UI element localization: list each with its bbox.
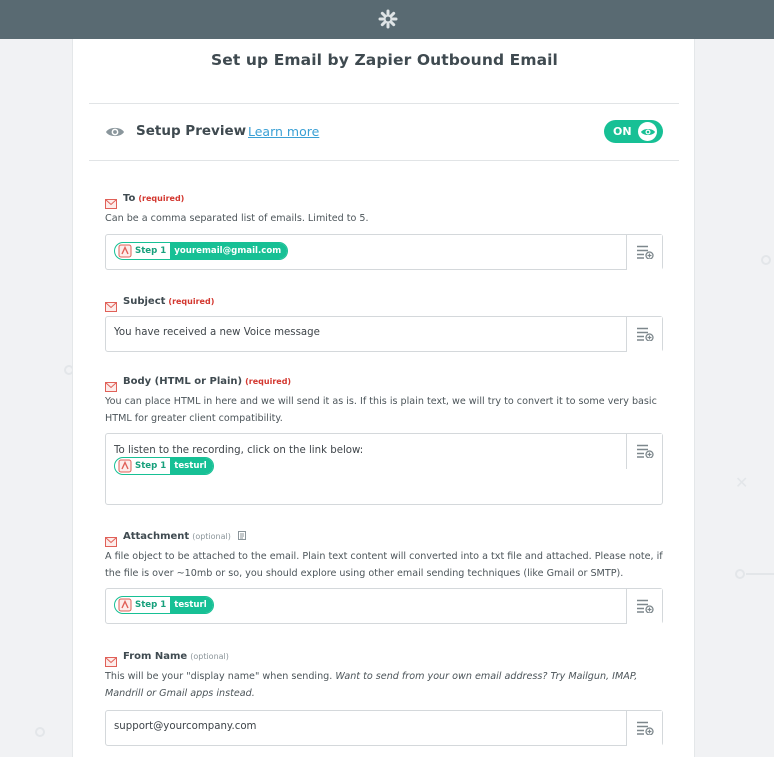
from-name-label: From Name xyxy=(123,651,188,662)
from-name-help-text: This will be your "display name" when se… xyxy=(105,669,663,702)
to-label: To xyxy=(123,193,136,204)
pill-value: youremail@gmail.com xyxy=(170,242,288,259)
eye-icon xyxy=(641,129,655,135)
decor-line xyxy=(746,573,774,575)
insert-field-button[interactable] xyxy=(626,589,662,624)
top-bar xyxy=(0,0,774,39)
decor-circle xyxy=(735,569,745,579)
field-body: Body (HTML or Plain) (required) You can p… xyxy=(105,376,663,505)
email-icon xyxy=(105,532,117,547)
pill-step: Step 1 xyxy=(135,245,167,256)
body-text: To listen to the recording, click on the… xyxy=(114,445,364,456)
toggle-knob xyxy=(638,122,657,141)
toggle-on-label: ON xyxy=(613,125,632,138)
pill-value: testurl xyxy=(170,458,213,474)
pill-value: testurl xyxy=(170,597,213,613)
zapier-asterisk-icon[interactable] xyxy=(377,8,399,30)
insert-field-button[interactable] xyxy=(626,711,662,746)
step-pill[interactable]: Step 1 testurl xyxy=(114,457,214,475)
field-from-name: From Name (optional) This will be your "d… xyxy=(105,651,663,746)
step-app-icon xyxy=(118,244,132,257)
insert-field-icon xyxy=(637,599,654,613)
decor-x-icon: ✕ xyxy=(735,473,749,492)
from-name-input[interactable]: support@yourcompany.com xyxy=(105,710,663,746)
insert-field-button[interactable] xyxy=(626,234,662,270)
body-label: Body (HTML or Plain) xyxy=(123,376,243,387)
setup-card: Set up Email by Zapier Outbound Email Se… xyxy=(72,39,695,757)
note-icon xyxy=(238,531,247,540)
optional-tag: (optional) xyxy=(190,652,229,661)
required-tag: (required) xyxy=(138,194,185,203)
preview-toggle[interactable]: ON xyxy=(604,120,663,143)
insert-field-icon xyxy=(637,444,654,458)
field-subject: Subject (required) You have received a ne… xyxy=(105,296,663,352)
pill-step: Step 1 xyxy=(135,461,167,471)
decor-circle xyxy=(35,727,45,737)
insert-field-icon xyxy=(637,327,654,341)
to-input[interactable]: Step 1 youremail@gmail.com xyxy=(105,233,663,270)
email-icon xyxy=(105,652,117,667)
attachment-help-text: A file object to be attached to the emai… xyxy=(105,551,663,579)
eye-icon xyxy=(105,124,125,138)
optional-tag: (optional) xyxy=(192,532,231,541)
setup-preview-title: Setup Preview xyxy=(136,123,247,139)
email-icon xyxy=(105,194,117,209)
decor-circle xyxy=(761,255,771,265)
insert-field-button[interactable] xyxy=(626,317,662,352)
pill-step: Step 1 xyxy=(135,600,167,610)
attachment-label: Attachment xyxy=(123,531,190,542)
setup-preview-row: Setup Preview Learn more ON xyxy=(89,104,679,160)
insert-field-icon xyxy=(637,245,654,259)
step-app-icon xyxy=(118,598,132,612)
step-app-icon xyxy=(118,459,132,473)
body-input[interactable]: To listen to the recording, click on the… xyxy=(105,433,663,505)
step-pill[interactable]: Step 1 testurl xyxy=(114,596,214,614)
from-name-help: This will be your "display name" when se… xyxy=(105,671,333,682)
insert-field-icon xyxy=(637,721,654,735)
body-help-text: You can place HTML in here and we will s… xyxy=(105,396,657,424)
to-help-text: Can be a comma separated list of emails.… xyxy=(105,213,369,224)
divider xyxy=(89,160,679,161)
subject-input[interactable]: You have received a new Voice message xyxy=(105,316,663,352)
subject-value: You have received a new Voice message xyxy=(114,327,320,338)
email-icon xyxy=(105,297,117,312)
required-tag: (required) xyxy=(245,377,292,386)
field-to: To (required) Can be a comma separated li… xyxy=(105,193,663,270)
from-name-value: support@yourcompany.com xyxy=(114,721,257,732)
insert-field-button[interactable] xyxy=(626,434,662,469)
subject-label: Subject xyxy=(123,296,166,307)
learn-more-link[interactable]: Learn more xyxy=(248,124,319,139)
field-label: To (required) xyxy=(123,193,184,204)
required-tag: (required) xyxy=(168,297,215,306)
step-pill[interactable]: Step 1 youremail@gmail.com xyxy=(114,241,289,260)
field-attachment: Attachment (optional) A file object to be… xyxy=(105,531,663,624)
email-icon xyxy=(105,377,117,392)
page-title: Set up Email by Zapier Outbound Email xyxy=(211,51,558,69)
attachment-input[interactable]: Step 1 testurl xyxy=(105,588,663,624)
